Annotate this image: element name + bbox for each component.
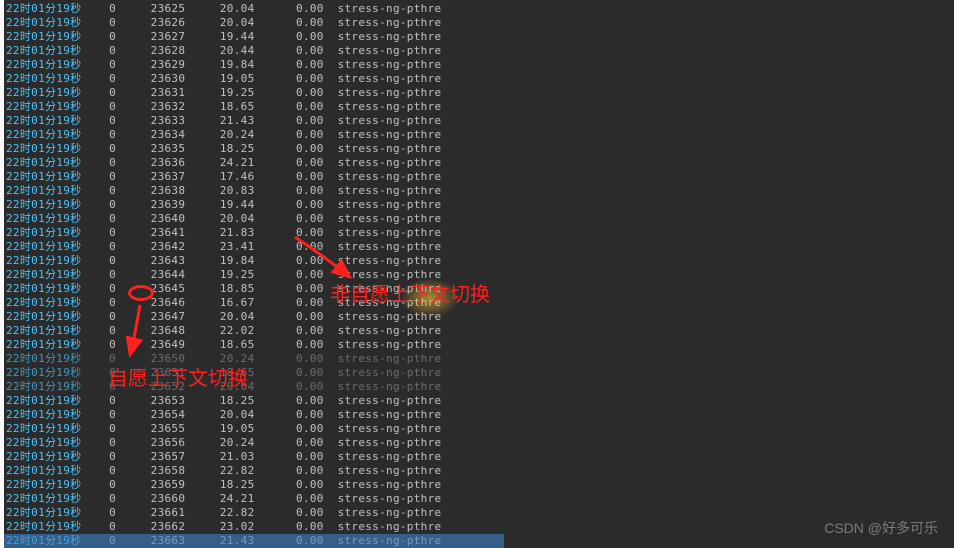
terminal-row: 22时01分19秒 0 23658 22.82 0.00 stress-ng-p…: [6, 464, 954, 478]
terminal-row: 22时01分19秒 0 23656 20.24 0.00 stress-ng-p…: [6, 436, 954, 450]
terminal-row: 22时01分19秒 0 23645 18.85 0.00 stress-ng-p…: [6, 282, 954, 296]
terminal-row: 22时01分19秒 0 23644 19.25 0.00 stress-ng-p…: [6, 268, 954, 282]
terminal-row: 22时01分19秒 0 23652 20.04 0.00 stress-ng-p…: [6, 380, 954, 394]
terminal-row: 22时01分19秒 0 23639 19.44 0.00 stress-ng-p…: [6, 198, 954, 212]
terminal-row: 22时01分19秒 0 23628 20.44 0.00 stress-ng-p…: [6, 44, 954, 58]
selection-highlight: [4, 534, 504, 548]
terminal-row: 22时01分19秒 0 23634 20.24 0.00 stress-ng-p…: [6, 128, 954, 142]
terminal-row: 22时01分19秒 0 23646 16.67 0.00 stress-ng-p…: [6, 296, 954, 310]
terminal-row: 22时01分19秒 0 23627 19.44 0.00 stress-ng-p…: [6, 30, 954, 44]
terminal-row: 22时01分19秒 0 23655 19.05 0.00 stress-ng-p…: [6, 422, 954, 436]
terminal-row: 22时01分19秒 0 23629 19.84 0.00 stress-ng-p…: [6, 58, 954, 72]
terminal-row: 22时01分19秒 0 23638 20.83 0.00 stress-ng-p…: [6, 184, 954, 198]
terminal-row: 22时01分19秒 0 23631 19.25 0.00 stress-ng-p…: [6, 86, 954, 100]
terminal-row: 22时01分19秒 0 23660 24.21 0.00 stress-ng-p…: [6, 492, 954, 506]
terminal-row: 22时01分19秒 0 23633 21.43 0.00 stress-ng-p…: [6, 114, 954, 128]
terminal-row: 22时01分19秒 0 23637 17.46 0.00 stress-ng-p…: [6, 170, 954, 184]
terminal-row: 22时01分19秒 0 23661 22.82 0.00 stress-ng-p…: [6, 506, 954, 520]
terminal-row: 22时01分19秒 0 23626 20.04 0.00 stress-ng-p…: [6, 16, 954, 30]
terminal-row: 22时01分19秒 0 23659 18.25 0.00 stress-ng-p…: [6, 478, 954, 492]
terminal-row: 22时01分19秒 0 23641 21.83 0.00 stress-ng-p…: [6, 226, 954, 240]
terminal-row: 22时01分19秒 0 23643 19.84 0.00 stress-ng-p…: [6, 254, 954, 268]
terminal-output: 22时01分19秒 0 23625 20.04 0.00 stress-ng-p…: [0, 0, 954, 548]
terminal-row: 22时01分19秒 0 23648 22.02 0.00 stress-ng-p…: [6, 324, 954, 338]
terminal-row: 22时01分19秒 0 23650 20.24 0.00 stress-ng-p…: [6, 352, 954, 366]
terminal-row: 22时01分19秒 0 23653 18.25 0.00 stress-ng-p…: [6, 394, 954, 408]
terminal-row: 22时01分19秒 0 23662 23.02 0.00 stress-ng-p…: [6, 520, 954, 534]
terminal-row: 22时01分19秒 0 23632 18.65 0.00 stress-ng-p…: [6, 100, 954, 114]
terminal-row: 22时01分19秒 0 23635 18.25 0.00 stress-ng-p…: [6, 142, 954, 156]
left-margin-bar: [0, 0, 4, 548]
terminal-row: 22时01分19秒 0 23625 20.04 0.00 stress-ng-p…: [6, 2, 954, 16]
terminal-row: 22时01分19秒 0 23636 24.21 0.00 stress-ng-p…: [6, 156, 954, 170]
terminal-row: 22时01分19秒 0 23651 18.65 0.00 stress-ng-p…: [6, 366, 954, 380]
terminal-row: 22时01分19秒 0 23657 21.03 0.00 stress-ng-p…: [6, 450, 954, 464]
watermark-text: CSDN @好多可乐: [824, 518, 938, 538]
terminal-row: 22时01分19秒 0 23654 20.04 0.00 stress-ng-p…: [6, 408, 954, 422]
terminal-row: 22时01分19秒 0 23640 20.04 0.00 stress-ng-p…: [6, 212, 954, 226]
terminal-row: 22时01分19秒 0 23642 23.41 0.00 stress-ng-p…: [6, 240, 954, 254]
terminal-row: 22时01分19秒 0 23649 18.65 0.00 stress-ng-p…: [6, 338, 954, 352]
terminal-row: 22时01分19秒 0 23647 20.04 0.00 stress-ng-p…: [6, 310, 954, 324]
terminal-row: 22时01分19秒 0 23630 19.05 0.00 stress-ng-p…: [6, 72, 954, 86]
